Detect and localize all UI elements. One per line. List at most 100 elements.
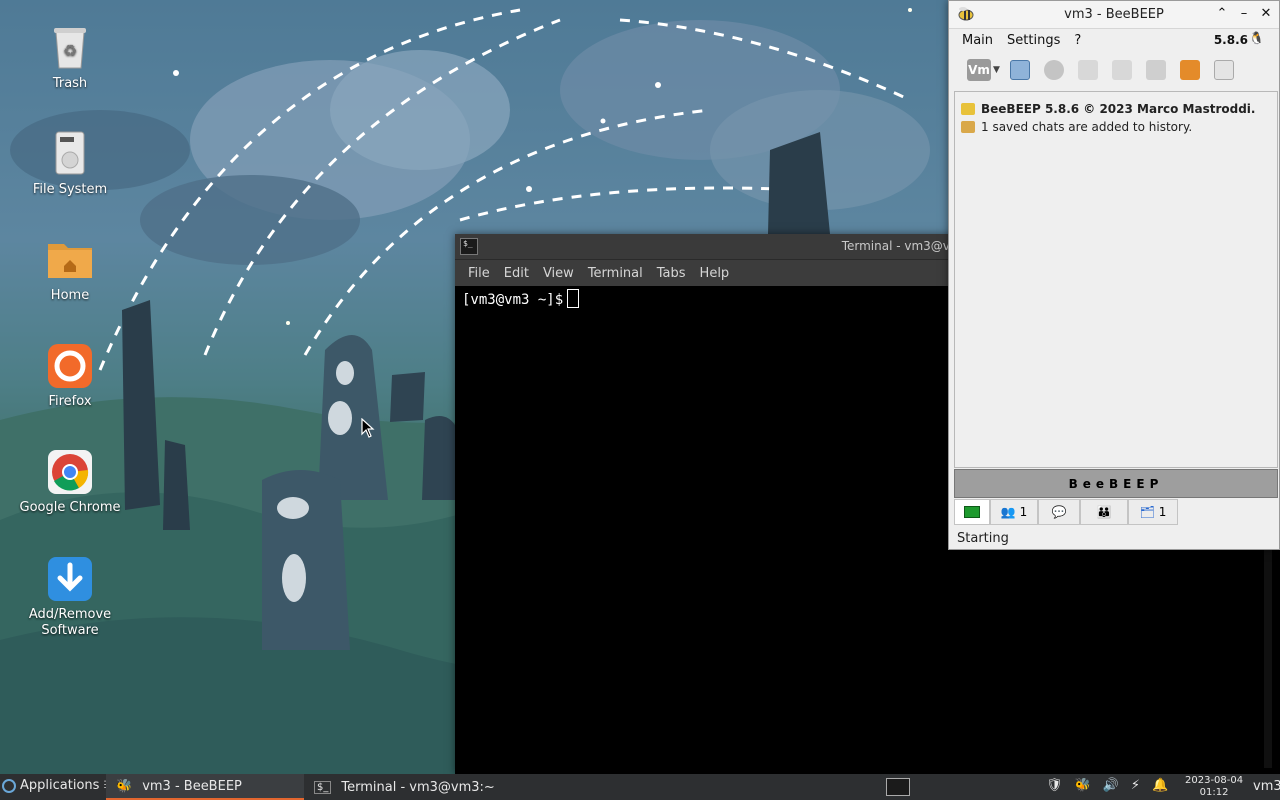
tab-chats[interactable]: 💬 xyxy=(1038,499,1080,525)
desktop-icon-home[interactable]: Home xyxy=(14,236,126,304)
desktop-icon-firefox[interactable]: Firefox xyxy=(14,342,126,410)
log-entry: 1 saved chats are added to history. xyxy=(961,118,1271,136)
taskbar: Applications ☰ 🐝 vm3 - BeeBEEP $_ Termin… xyxy=(0,774,1280,800)
tab-computer[interactable] xyxy=(954,499,990,525)
tools-icon xyxy=(1145,60,1166,80)
power-icon[interactable]: ⚡ xyxy=(1131,778,1140,793)
broadcast-icon xyxy=(1043,60,1064,80)
desktop-icon-file-system[interactable]: File System xyxy=(14,130,126,198)
menu-main[interactable]: Main xyxy=(955,33,1000,48)
bee-icon[interactable]: 🐝 xyxy=(1075,778,1091,793)
pencil-icon xyxy=(1111,60,1132,80)
terminal-icon: $_ xyxy=(314,780,332,794)
close-button[interactable]: ✕ xyxy=(1257,5,1275,23)
share-folder-button[interactable] xyxy=(1176,56,1204,84)
desktop-icon-label: Trash xyxy=(52,76,88,91)
task-label: Terminal - vm3@vm3:~ xyxy=(341,779,495,795)
user-avatar-button[interactable]: Vm xyxy=(967,59,991,81)
bee-icon: 🐝 xyxy=(116,778,133,794)
task-label: vm3 - BeeBEEP xyxy=(142,778,242,794)
task-beebeep[interactable]: 🐝 vm3 - BeeBEEP xyxy=(106,774,304,800)
clock[interactable]: 2023-08-04 01:12 xyxy=(1185,775,1243,799)
network-button[interactable] xyxy=(1040,56,1068,84)
tab-count: 1 xyxy=(1158,505,1167,519)
menu-help[interactable]: Help xyxy=(693,266,737,281)
workspace-icon xyxy=(886,778,910,796)
menu-help[interactable]: ? xyxy=(1067,33,1088,48)
chat-log[interactable]: BeeBEEP 5.8.6 © 2023 Marco Mastroddi. 1 … xyxy=(954,91,1278,468)
notepad-icon xyxy=(961,121,975,133)
tab-groups[interactable]: 👪 xyxy=(1080,499,1128,525)
menu-tabs[interactable]: Tabs xyxy=(650,266,693,281)
menu-settings[interactable]: Settings xyxy=(1000,33,1067,48)
desktop-icon-label: File System xyxy=(32,182,108,197)
beebeep-menubar: Main Settings ? 5.8.6 🐧 xyxy=(949,29,1279,51)
desktop-icon-label: Google Chrome xyxy=(19,500,121,515)
bee-icon xyxy=(961,103,975,115)
linux-icon: 🐧 xyxy=(1249,31,1264,45)
shell-prompt: [vm3@vm3 ~]$ xyxy=(462,292,564,308)
tab-count: 1 xyxy=(1019,505,1028,519)
trash-icon: ♻ xyxy=(46,24,94,72)
task-terminal[interactable]: $_ Terminal - vm3@vm3:~ xyxy=(304,774,504,800)
maximize-button[interactable]: ⌃ xyxy=(1213,5,1231,23)
home-folder-icon xyxy=(46,236,94,284)
log-text: 1 saved chats are added to history. xyxy=(981,120,1193,134)
log-entry: BeeBEEP 5.8.6 © 2023 Marco Mastroddi. xyxy=(961,100,1271,118)
brand-text: BeeBEEP xyxy=(1068,477,1164,491)
mouse-pointer-icon xyxy=(361,418,375,438)
bin-icon xyxy=(1213,60,1234,80)
svg-text:♻: ♻ xyxy=(63,41,77,60)
download-icon xyxy=(46,555,94,603)
volume-icon[interactable]: 🔊 xyxy=(1103,778,1119,793)
users-icon: 👥 xyxy=(1000,505,1016,519)
clock-time: 01:12 xyxy=(1199,787,1229,798)
text-cursor xyxy=(567,289,580,308)
desktop-icon-add-remove-software[interactable]: Add/Remove Software xyxy=(14,555,126,639)
shield-icon[interactable]: 🛡 xyxy=(1046,778,1063,793)
beebeep-titlebar[interactable]: vm3 - BeeBEEP ⌃ – ✕ xyxy=(949,1,1279,29)
beebeep-toolbar: Vm ▼ xyxy=(949,51,1279,89)
menu-edit[interactable]: Edit xyxy=(497,266,536,281)
chrome-icon xyxy=(46,448,94,496)
computer-icon xyxy=(964,506,980,518)
folder-share-icon xyxy=(1179,60,1200,80)
notepad-icon xyxy=(1009,60,1030,80)
edit-profile-button[interactable] xyxy=(1006,56,1034,84)
menu-terminal[interactable]: Terminal xyxy=(581,266,650,281)
status-bar: Starting xyxy=(957,531,1009,546)
workspace-switcher[interactable] xyxy=(886,778,910,796)
user-menu[interactable]: vm3 xyxy=(1253,779,1280,794)
chat-icon: 💬 xyxy=(1051,505,1067,519)
xfce-logo-icon xyxy=(2,778,16,793)
bell-icon[interactable]: 🔔 xyxy=(1152,778,1168,793)
firefox-icon xyxy=(46,342,94,390)
desktop-icon-label: Firefox xyxy=(48,394,92,409)
tab-users[interactable]: 👥 1 xyxy=(990,499,1038,525)
minimize-button[interactable]: – xyxy=(1235,5,1253,23)
tab-files[interactable]: 🗂 1 xyxy=(1128,499,1178,525)
drive-icon xyxy=(46,130,94,178)
beebeep-window[interactable]: vm3 - BeeBEEP ⌃ – ✕ Main Settings ? 5.8.… xyxy=(948,0,1280,550)
beebeep-brand-bar: BeeBEEP xyxy=(954,469,1278,498)
menu-view[interactable]: View xyxy=(536,266,581,281)
beebeep-tabbar: 👥 1 💬 👪 🗂 1 xyxy=(954,499,1178,525)
desktop-icon-label: Home xyxy=(50,288,90,303)
tools-button[interactable] xyxy=(1142,56,1170,84)
clock-date: 2023-08-04 xyxy=(1185,775,1244,786)
clear-button[interactable] xyxy=(1210,56,1238,84)
house-icon xyxy=(1077,60,1098,80)
desktop-icon-label: Add/Remove Software xyxy=(28,607,112,638)
files-icon: 🗂 xyxy=(1139,505,1155,519)
log-text: BeeBEEP 5.8.6 © 2023 Marco Mastroddi. xyxy=(981,102,1256,116)
desktop-icon-trash[interactable]: ♻ Trash xyxy=(14,24,126,92)
applications-label: Applications xyxy=(20,778,100,793)
chevron-down-icon[interactable]: ▼ xyxy=(993,65,1000,75)
groups-icon: 👪 xyxy=(1096,505,1112,519)
home-button[interactable] xyxy=(1074,56,1102,84)
desktop-icon-google-chrome[interactable]: Google Chrome xyxy=(14,448,126,516)
write-message-button[interactable] xyxy=(1108,56,1136,84)
system-tray: 🛡 🐝 🔊 ⚡ 🔔 xyxy=(1046,778,1168,793)
applications-menu-button[interactable]: Applications ☰ xyxy=(2,778,112,793)
menu-file[interactable]: File xyxy=(461,266,497,281)
